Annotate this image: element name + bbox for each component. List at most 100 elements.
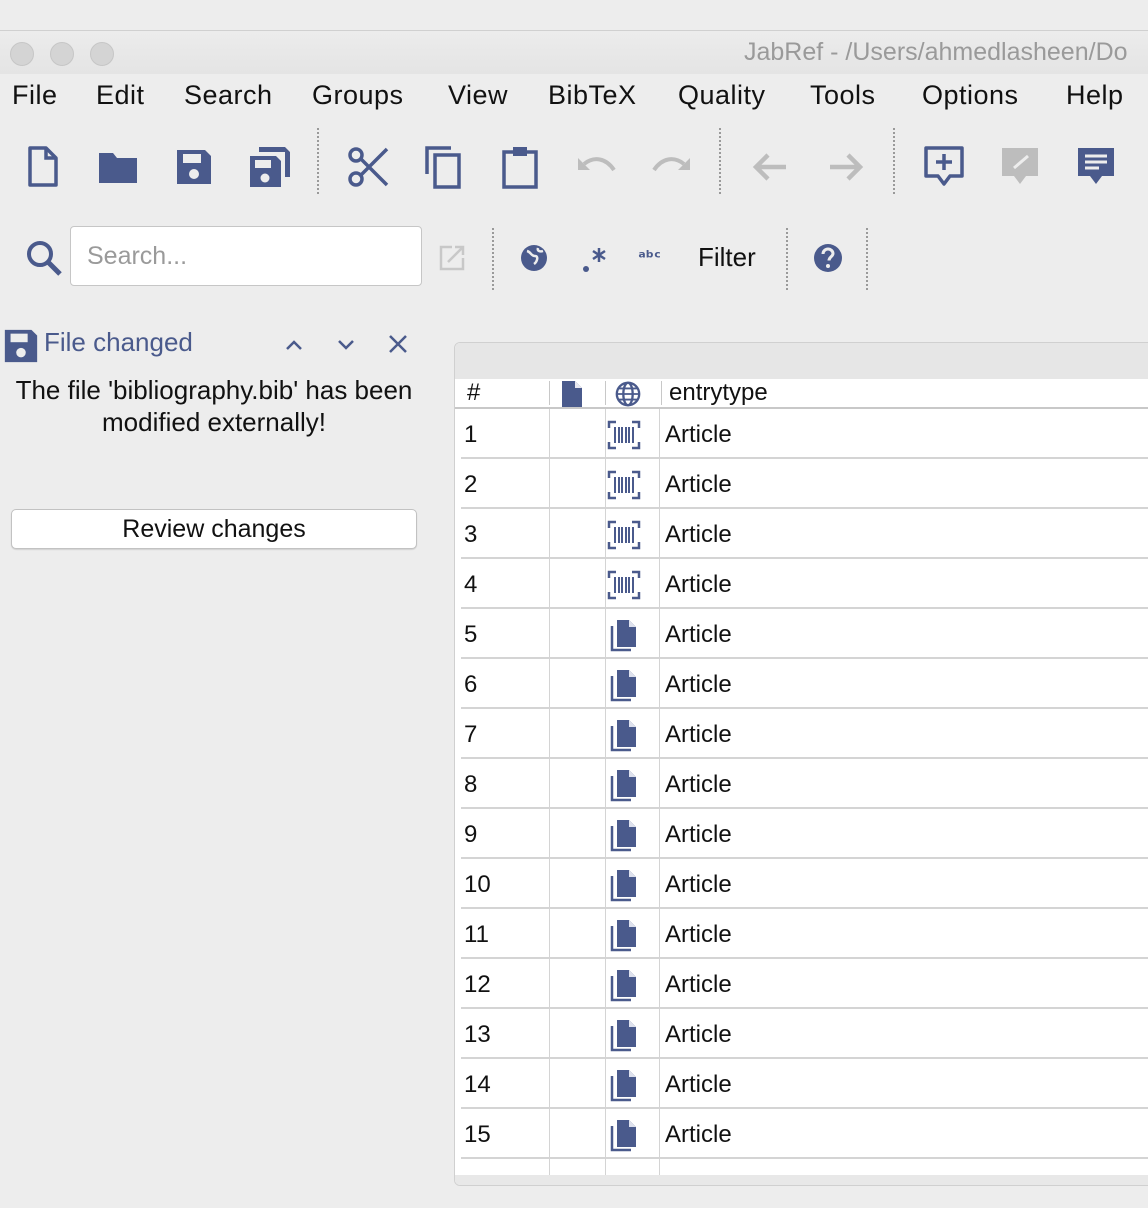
save-all-icon[interactable] bbox=[245, 142, 295, 192]
table-row[interactable]: 5 Article bbox=[461, 609, 1148, 659]
row-number: 11 bbox=[464, 921, 489, 948]
column-divider bbox=[549, 559, 550, 609]
column-header-number[interactable]: # bbox=[467, 379, 480, 407]
filter-toggle[interactable]: Filter bbox=[698, 242, 756, 273]
close-window-button[interactable] bbox=[10, 42, 34, 66]
open-library-icon[interactable] bbox=[93, 142, 143, 192]
table-row[interactable]: 7 Article bbox=[461, 709, 1148, 759]
table-row[interactable]: 13 Article bbox=[461, 1009, 1148, 1059]
column-divider bbox=[605, 709, 606, 759]
column-divider bbox=[659, 809, 660, 859]
global-search-icon[interactable] bbox=[518, 242, 550, 274]
chevron-down-icon[interactable] bbox=[334, 333, 358, 357]
menu-bibtex[interactable]: BibTeX bbox=[548, 80, 637, 111]
table-row[interactable]: 8 Article bbox=[461, 759, 1148, 809]
table-row[interactable]: 10 Article bbox=[461, 859, 1148, 909]
file-column-icon[interactable] bbox=[559, 380, 585, 407]
column-divider bbox=[605, 1159, 606, 1175]
regex-icon[interactable] bbox=[580, 244, 610, 274]
review-changes-button[interactable]: Review changes bbox=[11, 509, 417, 549]
copy-icon[interactable] bbox=[419, 142, 469, 192]
entry-type: Article bbox=[665, 721, 732, 748]
close-icon[interactable] bbox=[386, 332, 410, 356]
notification-message: The file 'bibliography.bib' has been mod… bbox=[15, 375, 413, 437]
barcode-icon[interactable] bbox=[607, 518, 641, 552]
file-icon[interactable] bbox=[607, 868, 641, 902]
undo-icon[interactable] bbox=[571, 142, 621, 192]
menu-bar: File Edit Search Groups View BibTeX Qual… bbox=[0, 74, 1148, 118]
menu-file[interactable]: File bbox=[12, 80, 58, 111]
file-icon[interactable] bbox=[607, 1068, 641, 1102]
menu-options[interactable]: Options bbox=[922, 80, 1019, 111]
file-icon[interactable] bbox=[607, 668, 641, 702]
new-library-icon[interactable] bbox=[17, 142, 67, 192]
paste-icon[interactable] bbox=[495, 142, 545, 192]
push-to-application-icon[interactable] bbox=[1071, 142, 1121, 192]
column-divider bbox=[659, 859, 660, 909]
table-horizontal-scrollbar[interactable] bbox=[455, 1175, 1148, 1185]
globe-icon[interactable] bbox=[613, 380, 643, 408]
table-row[interactable]: 11 Article bbox=[461, 909, 1148, 959]
file-icon[interactable] bbox=[607, 818, 641, 852]
table-row[interactable]: 3 Article bbox=[461, 509, 1148, 559]
back-icon[interactable] bbox=[745, 142, 795, 192]
column-divider bbox=[659, 659, 660, 709]
file-icon[interactable] bbox=[607, 918, 641, 952]
file-icon[interactable] bbox=[607, 618, 641, 652]
column-header-entrytype[interactable]: entrytype bbox=[669, 379, 768, 407]
help-icon[interactable] bbox=[812, 242, 844, 274]
column-divider bbox=[605, 609, 606, 659]
column-divider bbox=[605, 659, 606, 709]
column-divider bbox=[605, 1009, 606, 1059]
file-icon[interactable] bbox=[607, 718, 641, 752]
column-divider bbox=[659, 759, 660, 809]
forward-icon[interactable] bbox=[821, 142, 871, 192]
menu-view[interactable]: View bbox=[448, 80, 508, 111]
row-number: 8 bbox=[464, 771, 478, 798]
open-in-window-icon[interactable] bbox=[438, 244, 466, 272]
column-divider bbox=[659, 909, 660, 959]
menu-help[interactable]: Help bbox=[1066, 80, 1124, 111]
barcode-icon[interactable] bbox=[607, 568, 641, 602]
table-row[interactable]: 9 Article bbox=[461, 809, 1148, 859]
search-icon bbox=[24, 238, 64, 278]
chevron-up-icon[interactable] bbox=[282, 333, 306, 357]
column-divider bbox=[605, 459, 606, 509]
menu-edit[interactable]: Edit bbox=[96, 80, 145, 111]
table-row[interactable]: 1 Article bbox=[461, 409, 1148, 459]
column-divider bbox=[549, 1159, 550, 1175]
file-icon[interactable] bbox=[607, 768, 641, 802]
column-divider bbox=[659, 1009, 660, 1059]
menu-quality[interactable]: Quality bbox=[678, 80, 766, 111]
file-icon[interactable] bbox=[607, 968, 641, 1002]
table-row[interactable]: 14 Article bbox=[461, 1059, 1148, 1109]
zoom-window-button[interactable] bbox=[90, 42, 114, 66]
save-icon[interactable] bbox=[169, 142, 219, 192]
file-icon[interactable] bbox=[607, 1118, 641, 1152]
entry-type: Article bbox=[665, 571, 732, 598]
new-entry-from-plaintext-icon[interactable] bbox=[995, 142, 1045, 192]
menu-tools[interactable]: Tools bbox=[810, 80, 876, 111]
redo-icon[interactable] bbox=[647, 142, 697, 192]
barcode-icon[interactable] bbox=[607, 468, 641, 502]
minimize-window-button[interactable] bbox=[50, 42, 74, 66]
table-row[interactable]: 2 Article bbox=[461, 459, 1148, 509]
file-icon[interactable] bbox=[607, 1018, 641, 1052]
table-row-partial[interactable] bbox=[461, 1159, 1148, 1175]
new-entry-icon[interactable] bbox=[919, 142, 969, 192]
table-row[interactable]: 15 Article bbox=[461, 1109, 1148, 1159]
barcode-icon[interactable] bbox=[607, 418, 641, 452]
column-divider bbox=[549, 859, 550, 909]
table-row[interactable]: 12 Article bbox=[461, 959, 1148, 1009]
column-divider bbox=[661, 381, 662, 405]
menu-groups[interactable]: Groups bbox=[312, 80, 404, 111]
entry-type: Article bbox=[665, 821, 732, 848]
menu-search[interactable]: Search bbox=[184, 80, 273, 111]
entry-type: Article bbox=[665, 1071, 732, 1098]
column-divider bbox=[605, 759, 606, 809]
search-input[interactable] bbox=[70, 226, 422, 286]
cut-icon[interactable] bbox=[343, 142, 393, 192]
case-sensitive-icon[interactable]: ᵃᵇᶜ bbox=[638, 248, 670, 270]
table-row[interactable]: 4 Article bbox=[461, 559, 1148, 609]
table-row[interactable]: 6 Article bbox=[461, 659, 1148, 709]
